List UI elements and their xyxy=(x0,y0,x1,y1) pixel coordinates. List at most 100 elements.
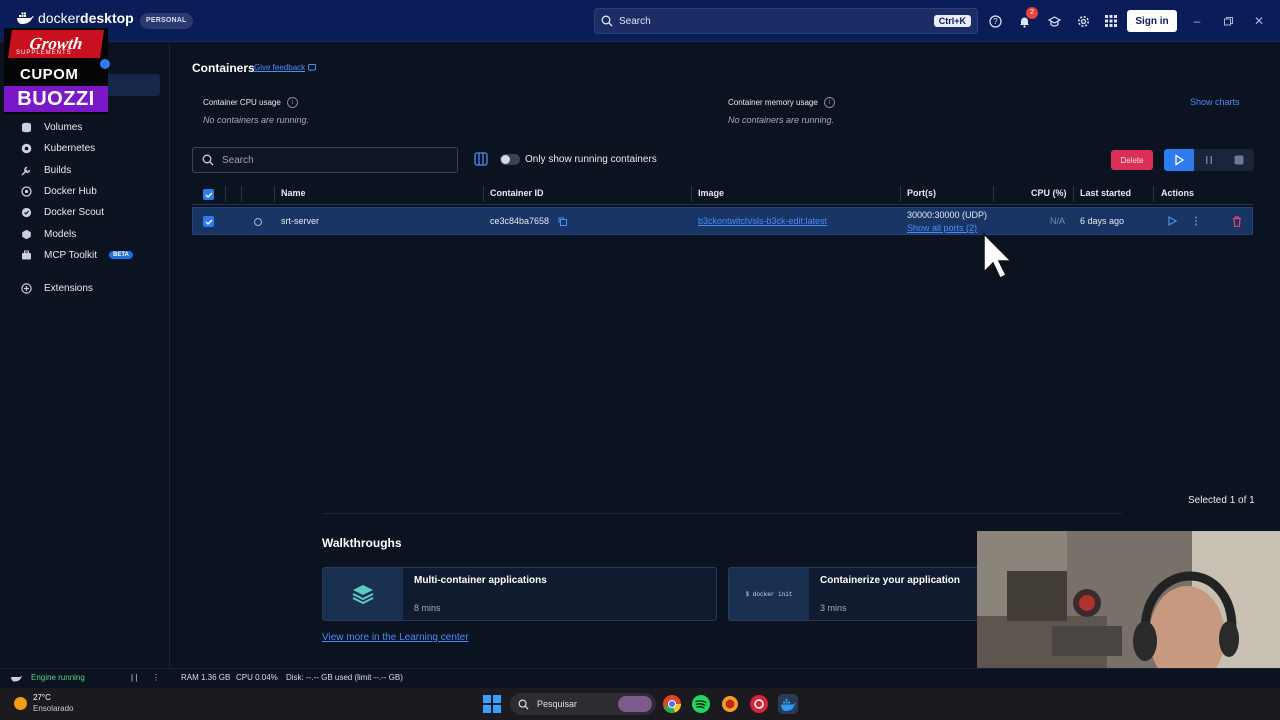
cpu-usage-header: Container CPU usage i xyxy=(203,97,298,108)
sidebar-item-models[interactable]: Models xyxy=(20,225,76,243)
columns-icon[interactable] xyxy=(474,152,488,166)
volume-icon xyxy=(20,121,32,133)
apps-grid-icon[interactable] xyxy=(1102,12,1120,30)
sidebar-item-docker-scout[interactable]: Docker Scout xyxy=(20,203,104,221)
whale-status-icon xyxy=(10,672,22,682)
plan-badge: PERSONAL xyxy=(140,13,193,29)
search-highlight-image xyxy=(618,696,652,712)
column-header-ports[interactable]: Port(s) xyxy=(907,188,936,198)
sidebar-item-label: Volumes xyxy=(44,121,83,133)
show-all-ports-link[interactable]: Show all ports (2) xyxy=(907,223,977,233)
status-stopped-icon xyxy=(254,218,262,226)
memory-usage-label: Container memory usage xyxy=(728,98,818,107)
delete-button[interactable]: Delete xyxy=(1111,150,1153,170)
column-header-name[interactable]: Name xyxy=(281,188,306,198)
show-charts-link[interactable]: Show charts xyxy=(1190,97,1240,107)
red-app-icon[interactable] xyxy=(749,694,769,714)
stop-button[interactable] xyxy=(1224,149,1254,171)
sidebar-item-extensions[interactable]: Extensions xyxy=(20,279,93,297)
docker-taskbar-icon[interactable] xyxy=(778,694,798,714)
hub-icon xyxy=(20,185,32,197)
search-icon xyxy=(601,15,613,27)
sidebar-item-kubernetes[interactable]: Kubernetes xyxy=(20,139,95,157)
sidebar-item-docker-hub[interactable]: Docker Hub xyxy=(20,182,97,200)
info-icon[interactable]: i xyxy=(823,97,835,108)
ram-usage: RAM 1.36 GB xyxy=(181,673,231,682)
column-header-image[interactable]: Image xyxy=(698,188,724,198)
walkthrough-title: Multi-container applications xyxy=(414,575,547,586)
learning-icon[interactable] xyxy=(1045,12,1063,30)
column-header-last-started[interactable]: Last started xyxy=(1080,188,1131,198)
column-header-cpu[interactable]: CPU (%) xyxy=(1031,188,1067,198)
page-title: Containers xyxy=(192,61,255,75)
cpu-usage-status: No containers are running. xyxy=(203,115,310,125)
notification-count: 2 xyxy=(1026,7,1038,19)
global-search-placeholder: Search xyxy=(619,15,651,27)
windows-start-icon[interactable] xyxy=(483,695,501,713)
column-divider xyxy=(274,186,275,202)
play-icon xyxy=(1173,154,1185,166)
sidebar-item-label: Builds xyxy=(44,164,72,176)
brand-desktop: desktop xyxy=(80,10,134,26)
container-name[interactable]: srt-server xyxy=(281,216,319,226)
wrench-icon xyxy=(20,164,32,176)
walkthrough-card-containerize[interactable]: $ docker init Containerize your applicat… xyxy=(728,567,977,621)
sidebar-item-label: Extensions xyxy=(44,282,93,294)
taskbar-search-placeholder: Pesquisar xyxy=(537,699,578,709)
pause-button[interactable] xyxy=(1194,149,1224,171)
copy-icon[interactable] xyxy=(558,217,567,226)
promo-growth-sub: SUPPLEMENTS xyxy=(16,50,72,56)
image-link[interactable]: b3ckontwitch/sls-b3ck-edit:latest xyxy=(698,216,827,226)
mouse-cursor-icon xyxy=(982,232,1014,280)
trash-icon[interactable] xyxy=(1232,216,1242,227)
gear-icon[interactable] xyxy=(1074,12,1092,30)
info-icon[interactable]: i xyxy=(286,97,298,108)
sidebar-item-label: Models xyxy=(44,228,77,240)
sidebar-item-builds[interactable]: Builds xyxy=(20,161,71,179)
give-feedback-link[interactable]: Give feedback xyxy=(254,63,317,72)
close-icon[interactable]: ✕ xyxy=(1252,14,1266,28)
weather-description[interactable]: Ensolarado xyxy=(33,704,73,713)
row-checkbox[interactable] xyxy=(203,216,214,227)
help-icon[interactable]: ? xyxy=(986,12,1004,30)
container-search-input[interactable]: Search xyxy=(192,147,458,173)
restore-icon[interactable] xyxy=(1221,14,1235,28)
walkthrough-title: Containerize your application xyxy=(820,575,961,586)
global-search[interactable]: Search Ctrl+K xyxy=(594,8,978,34)
column-divider xyxy=(691,186,692,202)
sidebar-item-volumes[interactable]: Volumes xyxy=(20,118,82,136)
spotify-icon[interactable] xyxy=(691,694,711,714)
column-divider xyxy=(241,186,242,202)
minimize-icon[interactable]: – xyxy=(1190,14,1204,28)
brand-docker: docker xyxy=(38,10,81,26)
select-all-checkbox[interactable] xyxy=(203,189,214,200)
sign-in-button[interactable]: Sign in xyxy=(1127,10,1177,32)
column-header-container-id[interactable]: Container ID xyxy=(490,188,544,198)
chrome-icon[interactable] xyxy=(662,694,682,714)
walkthrough-thumbnail xyxy=(323,568,403,620)
more-options-icon[interactable] xyxy=(1193,216,1199,226)
column-divider xyxy=(900,186,901,202)
column-divider xyxy=(1073,186,1074,202)
game-app-icon[interactable] xyxy=(720,694,740,714)
walkthrough-card-multi-container[interactable]: Multi-container applications 8 mins xyxy=(322,567,717,621)
whale-icon xyxy=(16,11,34,25)
container-search-placeholder: Search xyxy=(222,154,254,166)
column-divider xyxy=(993,186,994,202)
walkthroughs-title: Walkthroughs xyxy=(322,536,402,550)
weather-temperature[interactable]: 27°C xyxy=(33,693,51,702)
sidebar-item-mcp-toolkit[interactable]: MCP Toolkit BETA xyxy=(20,246,133,264)
sidebar-item-label: Kubernetes xyxy=(44,142,96,154)
start-button[interactable] xyxy=(1164,149,1194,171)
sidebar-item-label: Docker Hub xyxy=(44,185,97,197)
engine-menu-icon[interactable]: ⋮ xyxy=(152,673,160,682)
row-start-icon[interactable] xyxy=(1167,216,1177,226)
learning-center-link[interactable]: View more in the Learning center xyxy=(322,632,469,643)
cpu-value: N/A xyxy=(1050,216,1066,226)
column-header-actions: Actions xyxy=(1161,188,1195,198)
docker-logo: dockerdesktop xyxy=(16,10,134,26)
pause-engine-icon[interactable]: | | xyxy=(131,673,137,682)
engine-status: Engine running xyxy=(31,673,85,682)
running-only-toggle[interactable] xyxy=(500,154,520,165)
feedback-label: Give feedback xyxy=(254,63,306,72)
